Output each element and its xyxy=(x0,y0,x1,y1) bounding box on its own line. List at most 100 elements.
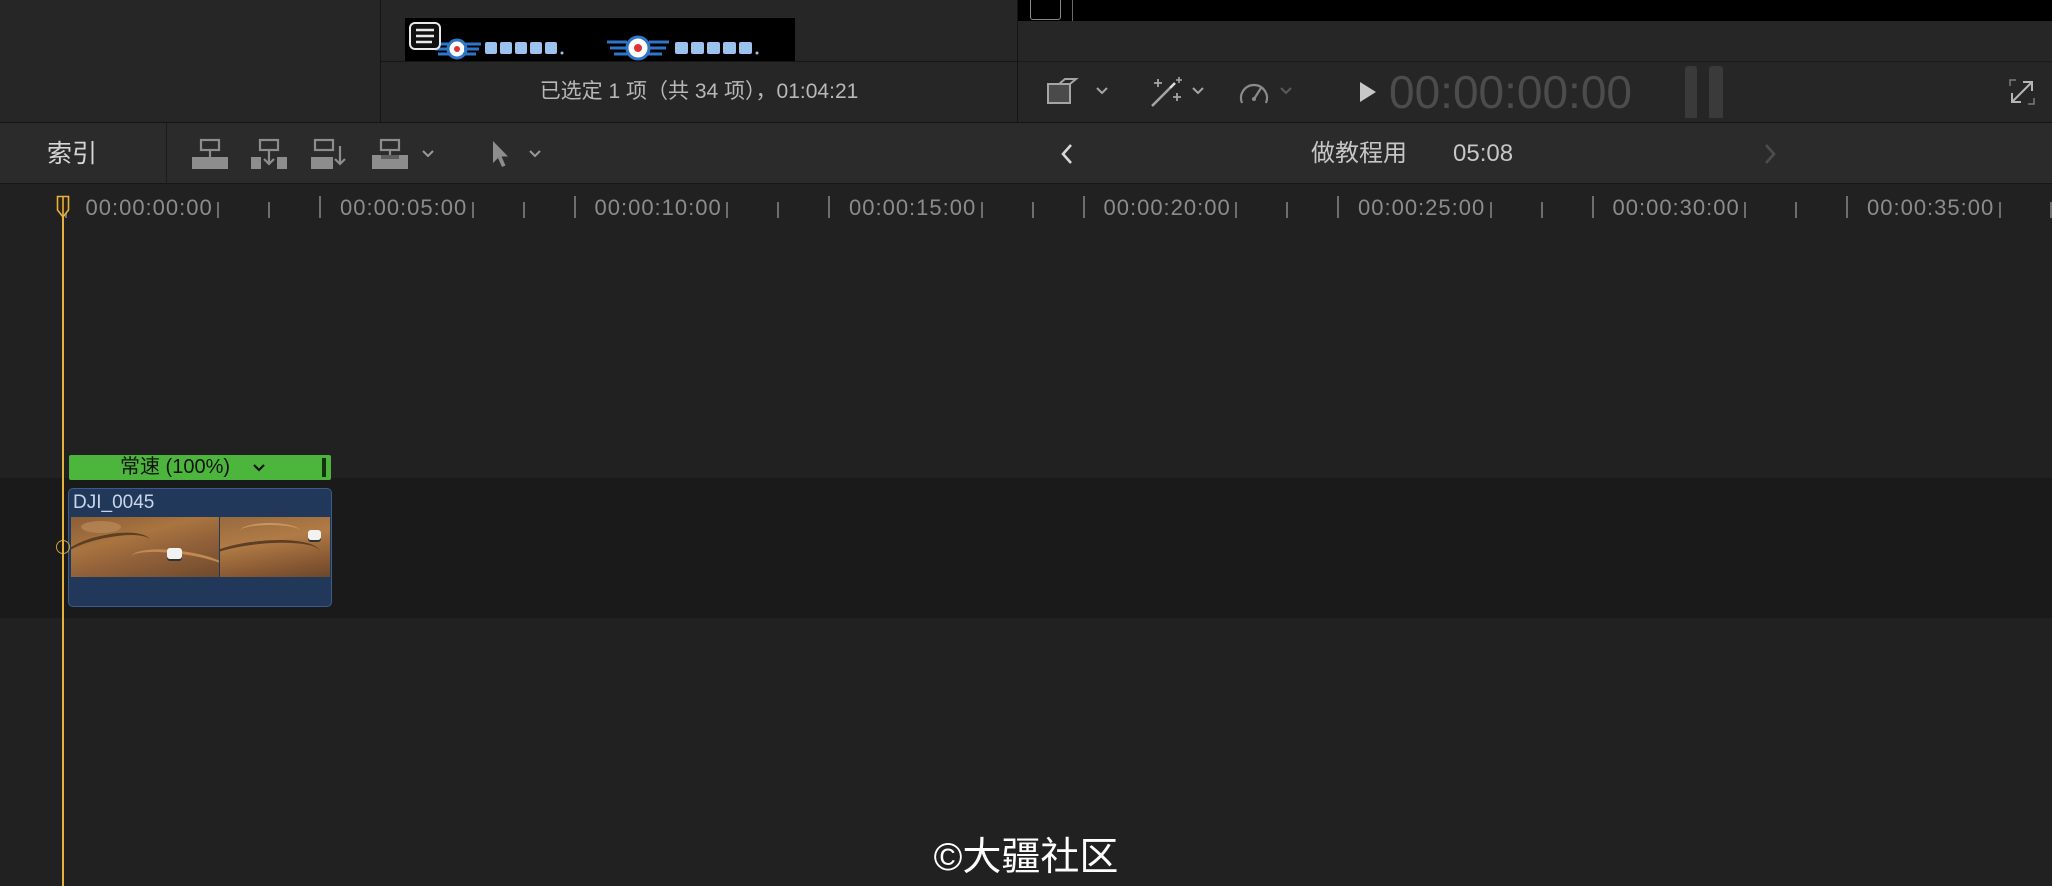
ruler-tick xyxy=(268,202,271,218)
ruler-tick xyxy=(1031,202,1034,218)
ruler-label: 00:00:15:00 xyxy=(846,197,980,219)
chevron-down-icon xyxy=(1280,87,1292,95)
browser-divider xyxy=(381,61,1017,62)
chevron-down-icon xyxy=(422,150,434,158)
ruler-major-tick xyxy=(1846,196,1848,218)
ruler-tick xyxy=(1489,202,1492,218)
ruler-tick xyxy=(1744,202,1747,218)
ruler-label: 00:00:30:00 xyxy=(1609,197,1743,219)
watermark: ©大疆社区 xyxy=(933,836,1119,879)
ruler-tick xyxy=(1540,202,1543,218)
enhance-wand-icon xyxy=(1151,77,1182,107)
video-clip[interactable]: DJI_0045 xyxy=(68,488,332,607)
logo-emblem xyxy=(607,35,759,61)
ruler-label: 00:00:10:00 xyxy=(591,197,725,219)
clip-name: DJI_0045 xyxy=(73,492,155,513)
chevron-down-icon xyxy=(1096,87,1108,95)
browser-filmstrip[interactable] xyxy=(405,18,795,62)
ruler-label: 00:00:35:00 xyxy=(1864,197,1998,219)
append-clip-button[interactable] xyxy=(309,138,349,170)
toolbar-separator xyxy=(166,123,167,184)
retime-handle[interactable] xyxy=(322,458,326,477)
chevron-left-icon xyxy=(1061,144,1072,164)
connect-clip-icon xyxy=(192,138,228,169)
enhance-menu-button[interactable] xyxy=(1191,86,1205,96)
select-tool-button[interactable] xyxy=(490,139,512,169)
retime-menu-button[interactable] xyxy=(1279,86,1293,96)
ruler-tick xyxy=(777,202,780,218)
retime-gauge-icon xyxy=(1239,83,1269,104)
ruler-major-tick xyxy=(319,196,321,218)
audio-meter-icon[interactable] xyxy=(1685,66,1725,118)
index-button[interactable]: 索引 xyxy=(47,140,97,168)
audio-meter-right xyxy=(1709,66,1723,118)
chevron-right-icon xyxy=(1765,144,1776,164)
ruler-tick xyxy=(217,202,220,218)
audio-meter-left xyxy=(1685,66,1697,118)
ruler-tick xyxy=(1998,202,2001,218)
ruler-major-tick xyxy=(1082,196,1085,218)
play-button[interactable] xyxy=(1358,80,1378,104)
chevron-down-icon xyxy=(1192,87,1204,95)
ruler-tick xyxy=(726,202,729,218)
tool-menu-button[interactable] xyxy=(528,149,542,159)
insert-clip-icon xyxy=(251,138,287,169)
ruler-tick xyxy=(1795,202,1798,218)
ruler-label: 00:00:00:00 xyxy=(82,197,216,219)
ruler-major-tick xyxy=(828,196,830,218)
selection-status: 已选定 1 项（共 34 项），01:04:21 xyxy=(539,80,859,103)
transform-menu-button[interactable] xyxy=(1095,86,1109,96)
ruler-major-tick xyxy=(1591,196,1594,218)
ruler-label: 00:00:25:00 xyxy=(1355,197,1489,219)
ruler-tick xyxy=(471,202,474,218)
ruler-major-tick xyxy=(1337,196,1339,218)
viewer-divider xyxy=(1018,61,2052,62)
history-forward-button[interactable] xyxy=(1763,143,1777,165)
append-clip-icon xyxy=(311,138,346,169)
overwrite-clip-button[interactable] xyxy=(370,138,410,170)
insert-clip-button[interactable] xyxy=(249,138,289,170)
clip-thumbnail xyxy=(220,517,330,577)
logo-emblem xyxy=(433,38,564,60)
viewer-timecode: 00:00:00:00 xyxy=(1389,66,1633,118)
ruler-major-tick xyxy=(573,196,576,218)
viewer-panel: 00:00:00:00 xyxy=(1017,0,2052,122)
ruler-tick xyxy=(980,202,983,218)
ruler-tick xyxy=(1235,202,1238,218)
sidebar-panel xyxy=(0,0,380,122)
project-name: 做教程用 xyxy=(1311,140,1407,167)
select-arrow-icon xyxy=(493,141,508,167)
ruler-tick xyxy=(1286,202,1289,218)
chevron-down-icon[interactable] xyxy=(252,463,266,473)
retime-bar[interactable]: 常速 (100%) xyxy=(69,455,331,480)
fullscreen-button[interactable] xyxy=(2008,78,2036,106)
retime-label: 常速 (100%) xyxy=(120,456,231,478)
edit-menu-button[interactable] xyxy=(421,149,435,159)
enhance-button[interactable] xyxy=(1148,75,1184,109)
car-shape xyxy=(308,530,321,540)
project-duration: 05:08 xyxy=(1453,140,1514,167)
connect-clip-button[interactable] xyxy=(190,138,230,170)
transform-button[interactable] xyxy=(1045,78,1079,106)
ruler-label: 00:00:05:00 xyxy=(337,197,471,219)
playhead-line[interactable] xyxy=(62,196,64,886)
viewer-overlay-box xyxy=(1030,0,1061,20)
browser-panel: 已选定 1 项（共 34 项），01:04:21 xyxy=(380,0,1017,122)
viewer-overlay-line xyxy=(1072,0,1073,21)
playhead-handle-icon[interactable] xyxy=(56,195,70,219)
clip-thumbnail xyxy=(71,517,219,577)
chevron-down-icon xyxy=(529,150,541,158)
clip-stack-icon xyxy=(409,22,441,50)
timeline-toolbar: 索引 做教程用 05:08 xyxy=(0,122,2052,184)
ruler-tick xyxy=(522,202,525,218)
viewer-canvas xyxy=(1018,0,2052,21)
retime-button[interactable] xyxy=(1237,78,1271,106)
history-back-button[interactable] xyxy=(1060,143,1074,165)
fullscreen-icon xyxy=(2009,79,2035,105)
ruler-label: 00:00:20:00 xyxy=(1100,197,1234,219)
car-shape xyxy=(167,548,182,559)
ruler-tick xyxy=(2049,202,2052,218)
overwrite-clip-icon xyxy=(372,138,408,169)
transform-icon xyxy=(1047,78,1079,104)
play-icon xyxy=(1360,82,1376,102)
